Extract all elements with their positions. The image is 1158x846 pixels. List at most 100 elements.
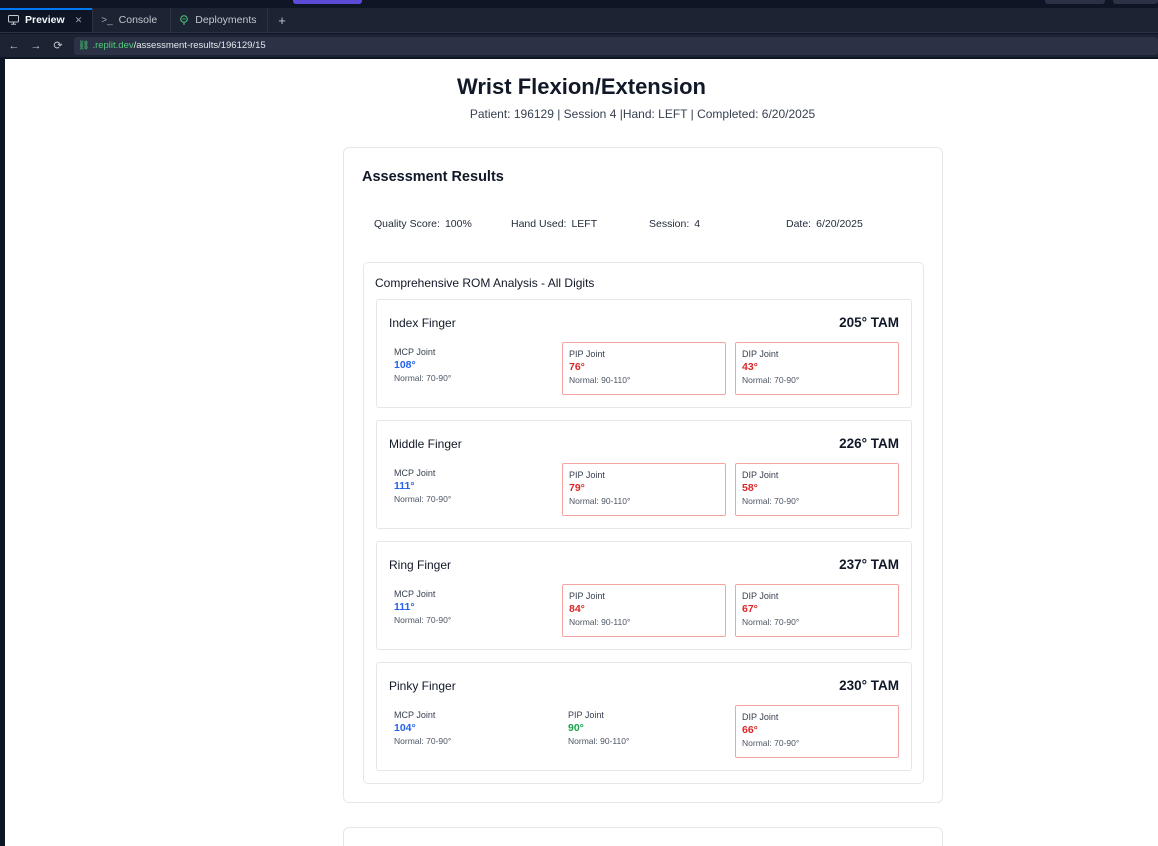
meta-label: Date: xyxy=(786,218,812,230)
mcp-joint: MCP Joint 108° Normal: 70-90° xyxy=(388,341,552,394)
toolbar-button-edge[interactable] xyxy=(1045,0,1105,4)
joint-label: DIP Joint xyxy=(742,591,779,601)
next-section-card xyxy=(343,827,943,846)
meta-value: 4 xyxy=(694,218,701,230)
meta-value: LEFT xyxy=(571,218,598,230)
tab-label: Deployments xyxy=(195,14,257,26)
joint-value: 90° xyxy=(568,722,584,734)
joint-value: 104° xyxy=(394,722,416,734)
link-icon: ⛓ xyxy=(78,40,90,50)
joint-normal-range: Normal: 70-90° xyxy=(394,373,452,383)
joint-value: 111° xyxy=(394,480,415,492)
joint-label: MCP Joint xyxy=(394,710,436,720)
joint-normal-range: Normal: 70-90° xyxy=(742,738,800,748)
rom-analysis-panel: Comprehensive ROM Analysis - All Digits … xyxy=(363,262,924,784)
quality-score: Quality Score: 100% xyxy=(374,218,472,230)
rom-title: Comprehensive ROM Analysis - All Digits xyxy=(375,276,595,290)
dip-joint: DIP Joint 67° Normal: 70-90° xyxy=(735,584,899,637)
url-input[interactable]: ⛓ .replit.dev/assessment-results/196129/… xyxy=(74,36,1158,55)
pip-joint: PIP Joint 76° Normal: 90-110° xyxy=(562,342,726,395)
top-strip xyxy=(0,0,1158,8)
finger-name: Pinky Finger xyxy=(389,679,456,693)
session-number: Session: 4 xyxy=(649,218,700,230)
finger-name: Index Finger xyxy=(389,316,456,330)
forward-arrow-icon[interactable]: → xyxy=(30,40,42,52)
joint-value: 58° xyxy=(742,482,758,494)
dip-joint: DIP Joint 58° Normal: 70-90° xyxy=(735,463,899,516)
joint-label: MCP Joint xyxy=(394,468,436,478)
joint-normal-range: Normal: 90-110° xyxy=(568,736,630,746)
joint-value: 111° xyxy=(394,601,415,613)
joint-normal-range: Normal: 70-90° xyxy=(394,615,452,625)
finger-card-pinky: Pinky Finger 230° TAM MCP Joint 104° Nor… xyxy=(376,662,912,771)
assessment-results-card: Assessment Results Quality Score: 100% Ha… xyxy=(343,147,943,803)
pip-joint: PIP Joint 90° Normal: 90-110° xyxy=(562,704,726,757)
url-host: .replit.dev xyxy=(92,40,134,51)
finger-name: Ring Finger xyxy=(389,558,452,572)
close-icon[interactable]: ✕ xyxy=(75,15,83,26)
deploy-icon xyxy=(179,15,189,25)
joint-label: DIP Joint xyxy=(742,349,779,359)
finger-tam: 205° TAM xyxy=(839,315,899,330)
plus-icon: + xyxy=(278,12,286,28)
joint-label: PIP Joint xyxy=(568,710,604,720)
joint-value: 66° xyxy=(742,724,758,736)
tab-preview[interactable]: Preview ✕ xyxy=(0,8,94,32)
tab-label: Preview xyxy=(25,14,65,26)
monitor-icon xyxy=(8,15,19,25)
joint-normal-range: Normal: 70-90° xyxy=(742,375,800,385)
joint-label: DIP Joint xyxy=(742,712,779,722)
finger-card-index: Index Finger 205° TAM MCP Joint 108° Nor… xyxy=(376,299,912,408)
tab-console[interactable]: >_ Console xyxy=(93,8,172,32)
joint-value: 108° xyxy=(394,359,416,371)
terminal-icon: >_ xyxy=(101,14,113,26)
joint-label: DIP Joint xyxy=(742,470,779,480)
joint-normal-range: Normal: 70-90° xyxy=(742,617,800,627)
joint-label: PIP Joint xyxy=(569,591,605,601)
joint-normal-range: Normal: 90-110° xyxy=(569,496,631,506)
joint-label: MCP Joint xyxy=(394,347,436,357)
joint-normal-range: Normal: 90-110° xyxy=(569,375,631,385)
add-tab-button[interactable]: + xyxy=(268,8,296,32)
joint-value: 67° xyxy=(742,603,758,615)
joint-label: MCP Joint xyxy=(394,589,436,599)
reload-icon[interactable]: ⟳ xyxy=(52,39,64,52)
card-title: Assessment Results xyxy=(362,169,504,185)
run-button-edge[interactable] xyxy=(293,0,362,4)
meta-label: Session: xyxy=(649,218,690,230)
mcp-joint: MCP Joint 111° Normal: 70-90° xyxy=(388,583,552,636)
joint-value: 84° xyxy=(569,603,585,615)
finger-tam: 226° TAM xyxy=(839,436,899,451)
finger-tam: 230° TAM xyxy=(839,678,899,693)
toolbar-button-edge[interactable] xyxy=(1113,0,1158,4)
joint-normal-range: Normal: 70-90° xyxy=(394,736,452,746)
preview-viewport: Wrist Flexion/Extension Patient: 196129 … xyxy=(5,59,1158,846)
meta-value: 6/20/2025 xyxy=(816,218,863,230)
meta-value: 100% xyxy=(444,218,472,230)
joint-value: 76° xyxy=(569,361,585,373)
pip-joint: PIP Joint 79° Normal: 90-110° xyxy=(562,463,726,516)
back-arrow-icon[interactable]: ← xyxy=(8,40,20,52)
tab-bar: Preview ✕ >_ Console Deployments + xyxy=(0,8,1158,33)
hand-used: Hand Used: LEFT xyxy=(511,218,597,230)
meta-label: Quality Score: xyxy=(374,218,440,230)
dip-joint: DIP Joint 43° Normal: 70-90° xyxy=(735,342,899,395)
joint-normal-range: Normal: 90-110° xyxy=(569,617,631,627)
page-title: Wrist Flexion/Extension xyxy=(457,74,706,99)
joint-label: PIP Joint xyxy=(569,349,605,359)
mcp-joint: MCP Joint 104° Normal: 70-90° xyxy=(388,704,552,757)
url-path: /assessment-results/196129/15 xyxy=(133,40,266,51)
joint-value: 43° xyxy=(742,361,758,373)
page-subtitle: Patient: 196129 | Session 4 |Hand: LEFT … xyxy=(469,107,816,121)
tab-label: Console xyxy=(118,14,158,26)
pip-joint: PIP Joint 84° Normal: 90-110° xyxy=(562,584,726,637)
assessment-date: Date: 6/20/2025 xyxy=(786,218,863,230)
joint-normal-range: Normal: 70-90° xyxy=(394,494,452,504)
joint-value: 79° xyxy=(569,482,585,494)
joint-normal-range: Normal: 70-90° xyxy=(742,496,800,506)
meta-label: Hand Used: xyxy=(511,218,567,230)
finger-tam: 237° TAM xyxy=(839,557,899,572)
finger-card-middle: Middle Finger 226° TAM MCP Joint 111° No… xyxy=(376,420,912,529)
finger-name: Middle Finger xyxy=(389,437,462,451)
tab-deployments[interactable]: Deployments xyxy=(171,8,269,32)
